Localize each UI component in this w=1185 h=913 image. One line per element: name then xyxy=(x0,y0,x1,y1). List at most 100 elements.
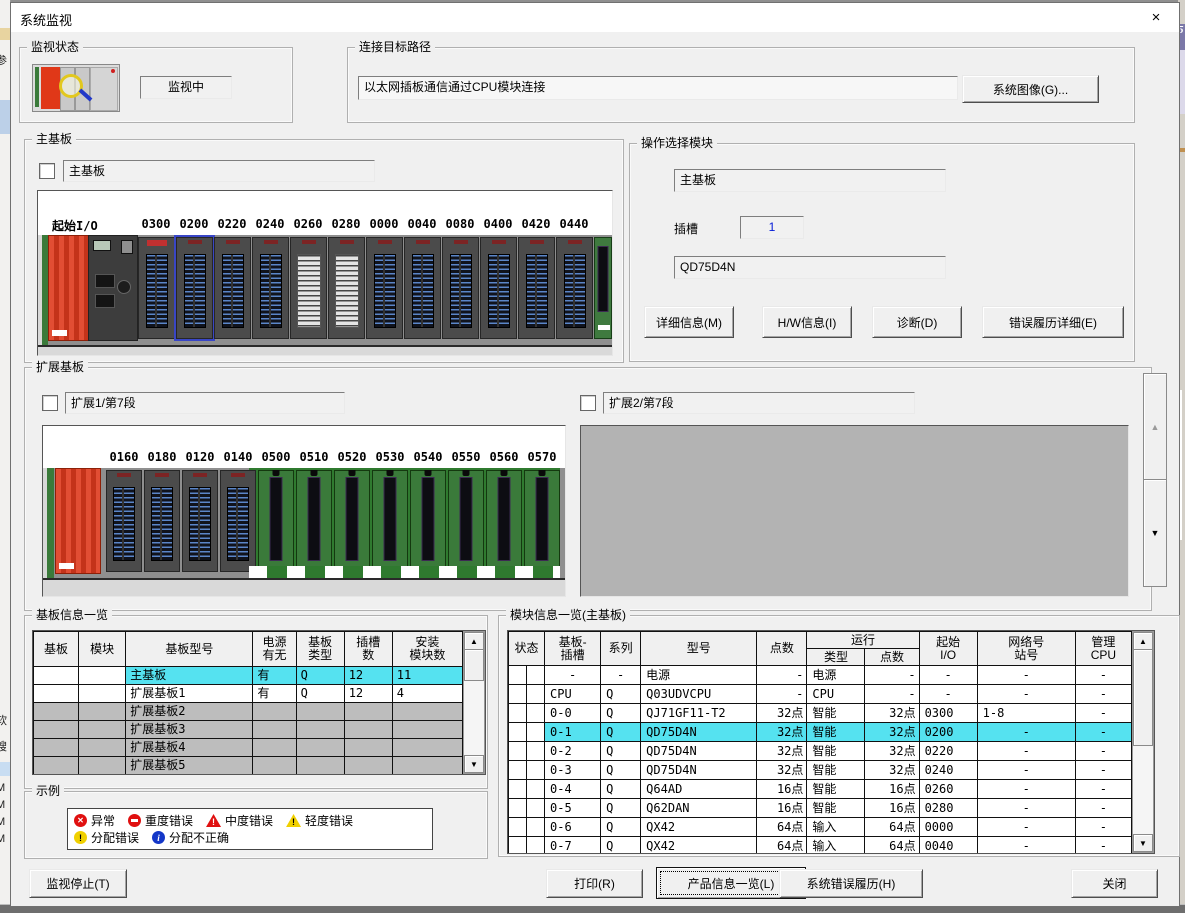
main-rack-slot-0300[interactable] xyxy=(138,237,175,339)
scroll-up-button[interactable]: ▲ xyxy=(1143,373,1167,481)
table-cell[interactable]: 32点 xyxy=(757,742,807,761)
table-cell[interactable]: 0-1 xyxy=(545,723,601,742)
table-cell[interactable]: - xyxy=(977,818,1075,837)
status-cell[interactable] xyxy=(527,704,545,723)
status-cell[interactable] xyxy=(509,799,527,818)
table-cell[interactable] xyxy=(344,703,392,721)
table-row[interactable]: 0-4QQ64AD16点智能16点0260-- xyxy=(509,780,1132,799)
ext-rack-slot-0120[interactable] xyxy=(182,470,218,572)
table-cell[interactable]: - xyxy=(1075,780,1131,799)
scroll-down-button[interactable]: ▼ xyxy=(1143,479,1167,587)
table-cell[interactable]: Q xyxy=(601,837,641,855)
system-error-history-button[interactable]: 系统错误履历(H) xyxy=(779,869,923,898)
table-cell[interactable]: - xyxy=(1075,704,1131,723)
table-cell[interactable]: - xyxy=(1075,837,1131,855)
table-cell[interactable] xyxy=(79,703,126,721)
table-cell[interactable] xyxy=(344,721,392,739)
status-cell[interactable] xyxy=(527,685,545,704)
scroll-up-arrow[interactable]: ▲ xyxy=(464,632,484,650)
table-cell[interactable]: 智能 xyxy=(807,799,865,818)
table-cell[interactable]: - xyxy=(545,666,601,685)
ext-rack-slot-0560[interactable] xyxy=(486,470,522,576)
table-row[interactable]: 0-6QQX4264点输入64点0000-- xyxy=(509,818,1132,837)
table-cell[interactable]: 32点 xyxy=(757,704,807,723)
table-cell[interactable]: QJ71GF11-T2 xyxy=(641,704,757,723)
table-cell[interactable]: 0280 xyxy=(919,799,977,818)
status-cell[interactable] xyxy=(527,837,545,855)
table-cell[interactable] xyxy=(296,757,344,775)
table-cell[interactable] xyxy=(253,721,296,739)
table-cell[interactable]: 输入 xyxy=(807,837,865,855)
scroll-up-arrow[interactable]: ▲ xyxy=(1133,632,1153,650)
table-cell[interactable]: 11 xyxy=(392,667,462,685)
status-cell[interactable] xyxy=(509,837,527,855)
table-cell[interactable]: - xyxy=(1075,799,1131,818)
table-cell[interactable] xyxy=(253,703,296,721)
table-cell[interactable] xyxy=(392,703,462,721)
main-rack-slot-0420[interactable] xyxy=(518,237,555,339)
table-cell[interactable]: 4 xyxy=(392,685,462,703)
main-rack-slot-0080[interactable] xyxy=(442,237,479,339)
table-cell[interactable]: 扩展基板1 xyxy=(126,685,253,703)
scrollbar-thumb[interactable] xyxy=(1133,649,1153,746)
table-cell[interactable]: - xyxy=(1075,818,1131,837)
table-cell[interactable]: - xyxy=(757,666,807,685)
table-cell[interactable]: Q xyxy=(601,780,641,799)
table-cell[interactable]: 智能 xyxy=(807,742,865,761)
status-cell[interactable] xyxy=(509,666,527,685)
main-rack-slot-0440[interactable] xyxy=(556,237,593,339)
table-cell[interactable]: - xyxy=(1075,685,1131,704)
table-cell[interactable]: - xyxy=(1075,742,1131,761)
table-cell[interactable] xyxy=(34,757,79,775)
table-cell[interactable]: - xyxy=(977,780,1075,799)
table-cell[interactable]: QD75D4N xyxy=(641,723,757,742)
system-image-button[interactable]: 系统图像(G)... xyxy=(962,75,1099,103)
table-cell[interactable]: 32点 xyxy=(865,761,919,780)
table-cell[interactable] xyxy=(296,739,344,757)
table-cell[interactable]: 64点 xyxy=(865,818,919,837)
table-cell[interactable]: Q xyxy=(601,704,641,723)
table-cell[interactable]: 12 xyxy=(344,685,392,703)
table-cell[interactable]: - xyxy=(977,666,1075,685)
table-row[interactable]: 扩展基板5 xyxy=(34,757,463,775)
main-rack-slot-0240[interactable] xyxy=(252,237,289,339)
status-cell[interactable] xyxy=(509,723,527,742)
table-cell[interactable]: 0000 xyxy=(919,818,977,837)
table-cell[interactable] xyxy=(34,667,79,685)
table-row[interactable]: 扩展基板2 xyxy=(34,703,463,721)
status-cell[interactable] xyxy=(527,761,545,780)
table-cell[interactable]: Q xyxy=(601,818,641,837)
table-row[interactable]: 0-5QQ62DAN16点智能16点0280-- xyxy=(509,799,1132,818)
main-rack-slot-0200[interactable] xyxy=(176,237,213,339)
table-cell[interactable]: CPU xyxy=(545,685,601,704)
main-base-checkbox[interactable] xyxy=(39,163,55,179)
table-cell[interactable]: - xyxy=(1075,723,1131,742)
print-button[interactable]: 打印(R) xyxy=(546,869,643,898)
scroll-down-arrow[interactable]: ▼ xyxy=(1133,834,1153,852)
ext-rack-slot-0520[interactable] xyxy=(334,470,370,576)
table-cell[interactable]: 16点 xyxy=(865,780,919,799)
table-row[interactable]: --电源-电源---- xyxy=(509,666,1132,685)
table-row[interactable]: 0-7QQX4264点输入64点0040-- xyxy=(509,837,1132,855)
pcb-card-module[interactable] xyxy=(594,237,612,339)
table-row[interactable]: 0-1QQD75D4N32点智能32点0200-- xyxy=(509,723,1132,742)
table-cell[interactable]: 0260 xyxy=(919,780,977,799)
table-cell[interactable]: QD75D4N xyxy=(641,761,757,780)
cpu-module[interactable] xyxy=(88,235,138,341)
table-cell[interactable]: 扩展基板5 xyxy=(126,757,253,775)
table-cell[interactable]: 智能 xyxy=(807,704,865,723)
table-cell[interactable]: 有 xyxy=(253,685,296,703)
table-cell[interactable]: 64点 xyxy=(865,837,919,855)
table-cell[interactable] xyxy=(34,685,79,703)
table-cell[interactable]: - xyxy=(919,666,977,685)
table-cell[interactable]: - xyxy=(865,685,919,704)
table-row[interactable]: 扩展基板4 xyxy=(34,739,463,757)
table-cell[interactable]: 32点 xyxy=(757,761,807,780)
extension1-checkbox[interactable] xyxy=(42,395,58,411)
table-cell[interactable]: 0240 xyxy=(919,761,977,780)
table-cell[interactable]: 32点 xyxy=(757,723,807,742)
table-cell[interactable]: 16点 xyxy=(757,780,807,799)
table-cell[interactable] xyxy=(34,739,79,757)
detail-info-button[interactable]: 详细信息(M) xyxy=(644,306,734,338)
main-rack-slot-0040[interactable] xyxy=(404,237,441,339)
